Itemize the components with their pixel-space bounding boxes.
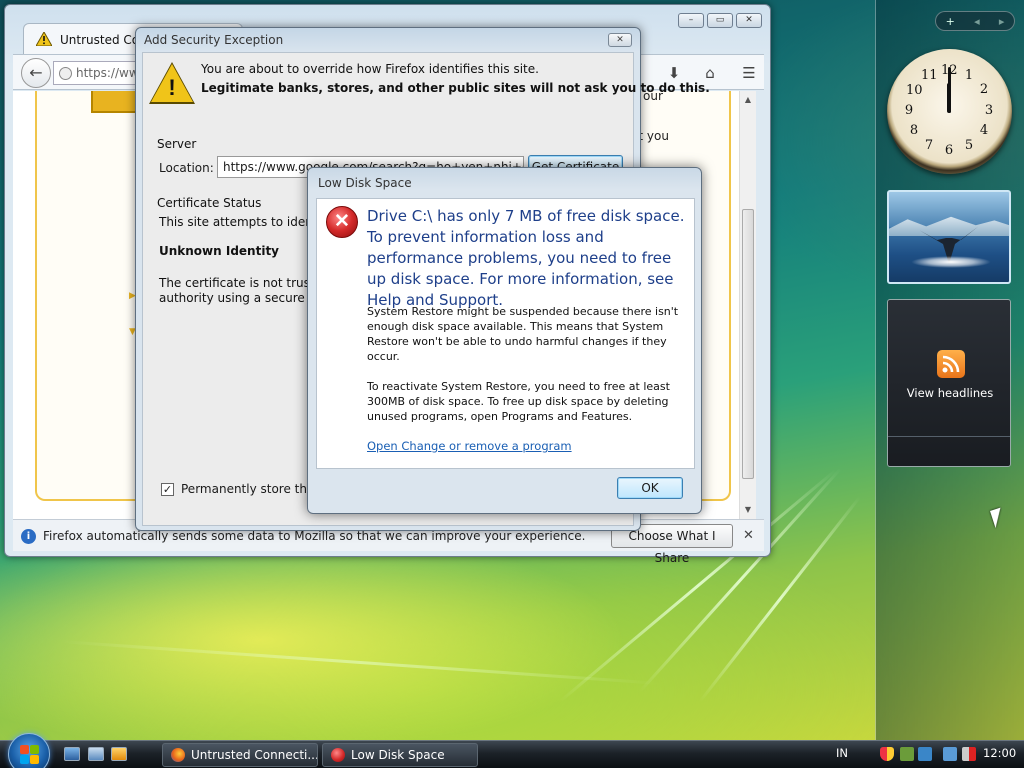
network-icon[interactable] — [918, 747, 932, 761]
security-shield-icon[interactable] — [880, 747, 894, 761]
minimize-button[interactable]: – — [678, 13, 704, 28]
taskbar: Untrusted Connecti... Low Disk Space IN … — [0, 733, 1024, 768]
clock-number: 10 — [906, 83, 923, 98]
back-button[interactable]: ← — [21, 58, 51, 88]
warning-text: You are about to override how Firefox id… — [201, 62, 539, 76]
clock-number: 4 — [979, 123, 989, 138]
photo-mountains — [889, 216, 1009, 236]
maximize-button[interactable]: ▭ — [707, 13, 733, 28]
error-icon: ✕ — [326, 206, 358, 238]
system-clock[interactable]: 12:00 — [983, 746, 1016, 760]
safely-remove-icon[interactable] — [900, 747, 914, 761]
clock-number: 6 — [944, 143, 954, 158]
clock-number: 9 — [904, 103, 914, 118]
dialog-body: ✕ Drive C:\ has only 7 MB of free disk s… — [316, 198, 695, 469]
home-icon[interactable]: ⌂ — [699, 63, 721, 83]
location-label: Location: — [159, 161, 214, 175]
ok-button[interactable]: OK — [617, 477, 683, 499]
menu-icon[interactable]: ☰ — [738, 63, 760, 83]
switch-windows-icon[interactable] — [88, 747, 104, 761]
clock-minute-hand — [947, 67, 951, 113]
firefox-icon — [171, 748, 185, 762]
clock-gadget[interactable]: 12 1 2 3 4 5 6 7 8 9 10 11 — [887, 49, 1012, 174]
scroll-down-icon[interactable]: ▼ — [740, 505, 756, 514]
clock-number: 8 — [909, 123, 919, 138]
warning-bold-text: Legitimate banks, stores, and other publ… — [201, 81, 710, 95]
slideshow-gadget[interactable] — [887, 190, 1011, 284]
taskbar-button-label: Low Disk Space — [351, 748, 445, 762]
feed-headlines-gadget[interactable]: View headlines — [887, 299, 1011, 467]
volume-muted-icon[interactable] — [962, 747, 976, 761]
clock-number: 1 — [964, 68, 974, 83]
dialog-title: Add Security Exception — [144, 33, 284, 47]
clock-number: 5 — [964, 138, 974, 153]
language-indicator[interactable]: IN — [836, 746, 848, 760]
warning-tab-icon — [36, 32, 52, 46]
globe-icon — [59, 67, 72, 80]
prev-page-icon[interactable]: ◂ — [974, 15, 980, 28]
info-icon: i — [21, 529, 36, 544]
monitor-icon[interactable] — [943, 747, 957, 761]
clock-number: 7 — [924, 138, 934, 153]
unknown-identity-heading: Unknown Identity — [159, 244, 280, 258]
scroll-thumb[interactable] — [742, 209, 754, 479]
next-page-icon[interactable]: ▸ — [999, 15, 1005, 28]
page-scrollbar[interactable]: ▲ ▼ — [739, 91, 756, 519]
add-gadget-icon[interactable]: + — [946, 15, 955, 28]
window-controls: – ▭ ✕ — [678, 13, 762, 28]
clock-number: 2 — [979, 82, 989, 97]
feed-divider — [888, 436, 1010, 437]
dialog-title: Low Disk Space — [318, 176, 412, 190]
low-disk-space-dialog: Low Disk Space ✕ Drive C:\ has only 7 MB… — [307, 167, 702, 514]
rss-feed-icon — [937, 350, 965, 378]
sidebar-controls: + ◂ ▸ — [935, 11, 1015, 31]
url-bar[interactable]: https://www — [53, 61, 145, 85]
media-player-icon[interactable] — [111, 747, 127, 761]
server-group-label: Server — [157, 137, 197, 151]
warning-mark: ! — [168, 75, 176, 100]
start-button[interactable] — [8, 733, 50, 768]
main-message: Drive C:\ has only 7 MB of free disk spa… — [367, 207, 685, 309]
reactivate-paragraph: To reactivate System Restore, you need t… — [367, 380, 670, 423]
certificate-status-label: Certificate Status — [157, 196, 262, 210]
system-restore-paragraph: System Restore might be suspended becaus… — [367, 305, 679, 363]
scroll-up-icon[interactable]: ▲ — [740, 95, 756, 104]
taskbar-low-disk-button[interactable]: Low Disk Space — [322, 743, 478, 767]
view-headlines-link[interactable]: View headlines — [888, 386, 1012, 400]
show-desktop-icon[interactable] — [64, 747, 80, 761]
notification-message: Firefox automatically sends some data to… — [43, 529, 586, 543]
notification-close-icon[interactable]: ✕ — [743, 528, 754, 543]
taskbar-firefox-button[interactable]: Untrusted Connecti... — [162, 743, 318, 767]
windows-logo-icon — [20, 745, 40, 765]
permanently-store-checkbox[interactable]: ✓ — [161, 483, 174, 496]
photo-splash — [911, 256, 991, 268]
wallpaper-streak — [59, 640, 659, 685]
error-icon — [331, 748, 345, 762]
clock-number: 3 — [984, 103, 994, 118]
download-icon[interactable]: ⬇ — [663, 63, 685, 83]
dialog-close-button[interactable]: ✕ — [608, 33, 632, 47]
change-remove-program-link[interactable]: Open Change or remove a program — [367, 439, 572, 453]
certificate-text: The certificate is not trusted — [159, 276, 330, 290]
permanently-store-label: Permanently store this e — [181, 482, 328, 496]
taskbar-button-label: Untrusted Connecti... — [191, 748, 318, 762]
close-button[interactable]: ✕ — [736, 13, 762, 28]
clock-number: 11 — [921, 68, 938, 83]
